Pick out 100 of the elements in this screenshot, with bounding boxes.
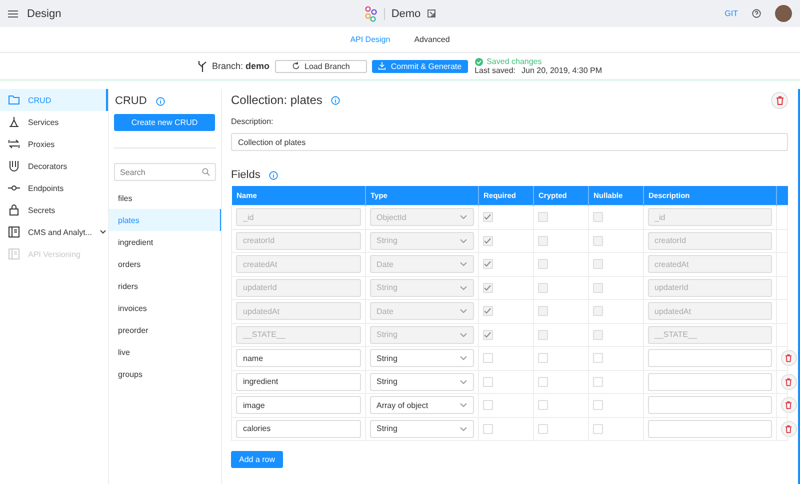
description-field[interactable]: Collection of plates (231, 133, 788, 151)
search-field[interactable]: Search (114, 163, 216, 181)
collection-list-item[interactable]: riders (109, 275, 221, 297)
description-input[interactable]: _id (648, 208, 772, 226)
nav-item[interactable]: Endpoints (0, 177, 108, 199)
description-input[interactable]: createdAt (648, 255, 772, 274)
add-row-button[interactable]: Add a row (231, 451, 284, 468)
info-icon[interactable] (269, 170, 278, 180)
fields-title: Fields (231, 169, 260, 181)
checkbox[interactable] (592, 400, 602, 410)
type-select[interactable]: String (370, 278, 474, 297)
type-select[interactable]: String (370, 326, 474, 344)
name-field[interactable]: ingredient (236, 372, 360, 391)
description-input[interactable] (648, 420, 772, 438)
checkbox[interactable] (482, 212, 492, 222)
menu-icon[interactable] (8, 10, 18, 18)
nav-item[interactable]: Secrets (0, 199, 108, 221)
checkbox[interactable] (592, 282, 602, 293)
type-select[interactable]: Array of object (370, 396, 474, 414)
type-select[interactable]: String (370, 420, 474, 438)
nav-item[interactable]: Services (0, 111, 108, 133)
nav-item[interactable]: Decorators (0, 155, 108, 177)
description-input[interactable]: updatedAt (648, 302, 772, 320)
checkbox[interactable] (538, 424, 548, 434)
checkbox[interactable] (482, 282, 492, 293)
info-icon[interactable] (331, 96, 340, 104)
checkbox[interactable] (592, 259, 602, 270)
nav-item[interactable]: CMS and Analyt... (0, 221, 108, 243)
checkbox[interactable] (592, 330, 602, 340)
checkbox[interactable] (538, 306, 548, 316)
git-link[interactable]: GIT (724, 9, 738, 18)
checkbox[interactable] (538, 236, 548, 246)
tab[interactable]: API Design (344, 31, 396, 48)
checkbox[interactable] (538, 353, 548, 364)
nav-item[interactable]: Proxies (0, 133, 108, 155)
checkbox[interactable] (482, 306, 492, 316)
description-input[interactable]: __STATE__ (648, 326, 772, 344)
checkbox[interactable] (538, 212, 548, 222)
collection-list-item[interactable]: orders (109, 253, 221, 275)
type-select[interactable]: String (370, 232, 474, 250)
name-field[interactable]: _id (236, 208, 360, 226)
external-link-icon[interactable] (426, 9, 436, 18)
checkbox[interactable] (482, 330, 492, 340)
delete-button[interactable] (771, 92, 788, 108)
name-field[interactable]: __STATE__ (236, 326, 360, 344)
name-field[interactable]: createdAt (236, 255, 360, 274)
collection-list-item[interactable]: live (109, 341, 221, 363)
checkbox[interactable] (538, 376, 548, 387)
commit-generate-button[interactable]: Commit & Generate (372, 60, 468, 72)
type-select[interactable]: String (370, 372, 474, 391)
name-field[interactable]: updaterId (236, 278, 360, 297)
collection-list-item[interactable]: plates (109, 209, 221, 231)
checkbox[interactable] (482, 424, 492, 434)
collection-list-item[interactable]: preorder (109, 319, 221, 341)
name-field[interactable]: creatorId (236, 232, 360, 250)
nav-item[interactable]: CRUD (0, 89, 108, 111)
help-icon[interactable] (752, 9, 761, 18)
type-select[interactable]: String (370, 349, 474, 368)
checkbox[interactable] (592, 236, 602, 246)
delete-row-button[interactable] (780, 420, 796, 437)
checkbox[interactable] (538, 259, 548, 270)
type-select[interactable]: Date (370, 255, 474, 274)
load-branch-button[interactable]: Load Branch (274, 60, 367, 72)
checkbox[interactable] (482, 353, 492, 364)
type-select[interactable]: ObjectId (370, 208, 474, 226)
checkbox[interactable] (592, 353, 602, 364)
name-field[interactable]: updatedAt (236, 302, 360, 320)
description-input[interactable] (648, 372, 772, 391)
description-input[interactable]: creatorId (648, 232, 772, 250)
checkbox[interactable] (592, 306, 602, 316)
delete-row-button[interactable] (780, 397, 796, 414)
avatar[interactable] (775, 5, 792, 22)
info-icon[interactable] (156, 96, 165, 106)
tab[interactable]: Advanced (408, 31, 456, 48)
checkbox[interactable] (592, 424, 602, 434)
checkbox[interactable] (482, 259, 492, 270)
create-crud-button[interactable]: Create new CRUD (114, 114, 215, 131)
checkbox[interactable] (482, 376, 492, 387)
save-status: Saved changes (486, 57, 542, 66)
app-title: Design (27, 8, 62, 20)
checkbox[interactable] (592, 376, 602, 387)
checkbox[interactable] (538, 282, 548, 293)
description-input[interactable] (648, 396, 772, 414)
name-field[interactable]: name (236, 349, 360, 368)
description-input[interactable] (648, 349, 772, 368)
collection-list-item[interactable]: invoices (109, 297, 221, 319)
collection-list-item[interactable]: groups (109, 363, 221, 385)
checkbox[interactable] (592, 212, 602, 222)
checkbox[interactable] (538, 400, 548, 410)
delete-row-button[interactable] (780, 374, 796, 390)
checkbox[interactable] (482, 400, 492, 410)
collection-list-item[interactable]: ingredient (109, 231, 221, 253)
name-field[interactable]: calories (236, 420, 360, 438)
checkbox[interactable] (538, 330, 548, 340)
description-input[interactable]: updaterId (648, 278, 772, 297)
name-field[interactable]: image (236, 396, 360, 414)
delete-row-button[interactable] (780, 350, 796, 366)
checkbox[interactable] (482, 236, 492, 246)
type-select[interactable]: Date (370, 302, 474, 320)
collection-list-item[interactable]: files (109, 187, 221, 209)
